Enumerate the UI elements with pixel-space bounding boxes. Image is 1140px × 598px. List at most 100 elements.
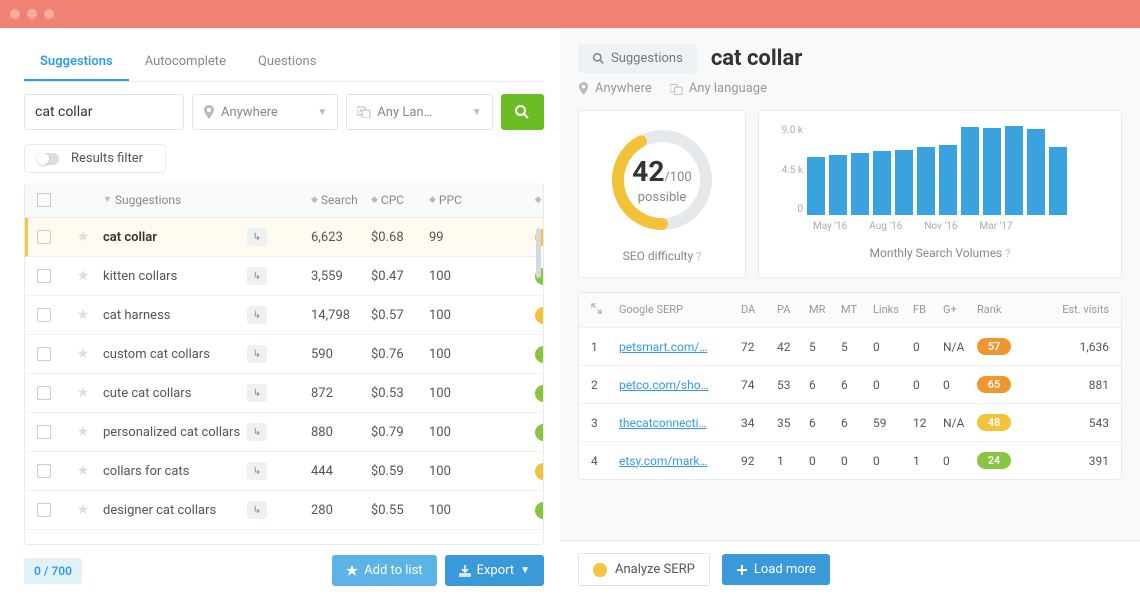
result-count: 0 / 700: [24, 558, 82, 584]
max-dot[interactable]: [44, 9, 54, 19]
table-row[interactable]: ★ collars for cats ↳ 444 $0.59 100 43: [25, 452, 543, 491]
row-checkbox[interactable]: [37, 425, 51, 439]
row-checkbox[interactable]: [37, 464, 51, 478]
row-checkbox[interactable]: [37, 386, 51, 400]
serp-col[interactable]: Google SERP: [619, 303, 739, 317]
keyword-input[interactable]: [24, 94, 184, 130]
tab-questions[interactable]: Questions: [242, 44, 332, 81]
table-row[interactable]: ★ personalized cat collars ↳ 880 $0.79 1…: [25, 413, 543, 452]
row-checkbox[interactable]: [37, 308, 51, 322]
serp-row: 2 petco.com/sho… 74 53 6 6 0 0 0 65 881: [579, 365, 1121, 403]
serp-col: [591, 303, 617, 317]
col-ppc[interactable]: ◆PPC: [429, 193, 485, 207]
serp-rank-num: 4: [591, 454, 617, 468]
ppc-cell: 100: [429, 386, 485, 401]
bulb-icon: [593, 563, 607, 577]
close-dot[interactable]: [10, 9, 20, 19]
expand-icon[interactable]: ↳: [247, 462, 267, 480]
serp-rank-num: 3: [591, 416, 617, 430]
diff-pill: 28: [535, 502, 543, 519]
serp-col[interactable]: MT: [841, 303, 871, 317]
serp-url[interactable]: thecatconnecti…: [619, 416, 739, 430]
table-row[interactable]: ★ cute cat collars ↳ 872 $0.53 100 33: [25, 374, 543, 413]
table-row[interactable]: ★ designer cat collars ↳ 280 $0.55 100 2…: [25, 491, 543, 530]
serp-url[interactable]: petsmart.com/…: [619, 340, 739, 354]
star-icon[interactable]: ★: [77, 268, 90, 284]
scrollbar[interactable]: [536, 228, 541, 278]
filter-label: Results filter: [71, 151, 143, 166]
table-row[interactable]: ★ kitten collars ↳ 3,559 $0.47 100 34: [25, 257, 543, 296]
export-button[interactable]: Export ▼: [445, 555, 544, 586]
serp-col[interactable]: DA: [741, 303, 775, 317]
tab-suggestions[interactable]: Suggestions: [24, 44, 129, 81]
star-icon[interactable]: ★: [77, 307, 90, 323]
min-dot[interactable]: [27, 9, 37, 19]
serp-col[interactable]: G+: [943, 303, 975, 317]
star-icon[interactable]: ★: [77, 229, 90, 245]
keyword-cell: cat collar: [103, 230, 243, 245]
serp-rank-num: 2: [591, 378, 617, 392]
table-row[interactable]: ★ cat harness ↳ 14,798 $0.57 100 42: [25, 296, 543, 335]
help-icon[interactable]: ?: [696, 250, 701, 263]
bar: [807, 157, 825, 215]
expand-icon[interactable]: ↳: [247, 423, 267, 441]
col-cpc[interactable]: ◆CPC: [371, 193, 425, 207]
col-diff[interactable]: ◆DIFF: [489, 193, 544, 207]
bar: [917, 147, 935, 215]
serp-col[interactable]: Links: [873, 303, 911, 317]
star-icon[interactable]: ★: [77, 346, 90, 362]
language-label: Any Lan…: [377, 105, 465, 120]
expand-icon: [591, 303, 602, 314]
search-cell: 872: [311, 386, 367, 401]
serp-col[interactable]: Est. visits: [1025, 303, 1109, 317]
expand-icon[interactable]: ↳: [247, 306, 267, 324]
search-icon: [592, 52, 605, 65]
serp-url[interactable]: etsy.com/mark…: [619, 454, 739, 468]
col-suggestions[interactable]: ▼Suggestions: [103, 193, 243, 207]
table-row[interactable]: ★ custom cat collars ↳ 590 $0.76 100 20: [25, 335, 543, 374]
expand-icon[interactable]: ↳: [247, 228, 267, 246]
bar: [1049, 147, 1067, 215]
keyword-cell: personalized cat collars: [103, 425, 243, 440]
cpc-cell: $0.79: [371, 425, 425, 440]
row-checkbox[interactable]: [37, 269, 51, 283]
rank-pill: 57: [977, 338, 1011, 355]
search-cell: 590: [311, 347, 367, 362]
bar: [851, 153, 869, 215]
serp-col[interactable]: FB: [913, 303, 941, 317]
serp-row: 4 etsy.com/mark… 92 1 0 0 0 1 0 24 391: [579, 441, 1121, 479]
expand-icon[interactable]: ↳: [247, 267, 267, 285]
serp-col[interactable]: Rank: [977, 303, 1023, 317]
star-icon: [346, 565, 358, 577]
star-icon[interactable]: ★: [77, 385, 90, 401]
bar: [873, 151, 891, 215]
bar: [895, 150, 913, 215]
serp-col[interactable]: PA: [777, 303, 807, 317]
star-icon[interactable]: ★: [77, 424, 90, 440]
search-button[interactable]: [501, 94, 544, 130]
tab-autocomplete[interactable]: Autocomplete: [129, 44, 242, 81]
serp-row: 3 thecatconnecti… 34 35 6 6 59 12 N/A 48…: [579, 403, 1121, 441]
select-all-checkbox[interactable]: [37, 193, 51, 207]
row-checkbox[interactable]: [37, 503, 51, 517]
expand-icon[interactable]: ↳: [247, 345, 267, 363]
analyze-serp-button[interactable]: Analyze SERP: [578, 553, 710, 586]
load-more-button[interactable]: Load more: [722, 554, 830, 585]
serp-table: Google SERPDAPAMRMTLinksFBG+RankEst. vis…: [578, 292, 1122, 480]
row-checkbox[interactable]: [37, 230, 51, 244]
add-to-list-button[interactable]: Add to list: [332, 555, 436, 586]
expand-icon[interactable]: ↳: [247, 384, 267, 402]
table-row[interactable]: ★ cat collar ↳ 6,623 $0.68 99 42: [25, 218, 543, 257]
star-icon[interactable]: ★: [77, 502, 90, 518]
col-search[interactable]: ◆Search: [311, 193, 367, 207]
serp-url[interactable]: petco.com/sho…: [619, 378, 739, 392]
row-checkbox[interactable]: [37, 347, 51, 361]
serp-col[interactable]: MR: [809, 303, 839, 317]
help-icon[interactable]: ?: [1005, 247, 1010, 260]
location-dropdown[interactable]: Anywhere ▼: [192, 94, 338, 130]
language-dropdown[interactable]: A Any Lan… ▼: [346, 94, 492, 130]
star-icon[interactable]: ★: [77, 463, 90, 479]
suggestions-tag[interactable]: Suggestions: [578, 44, 697, 73]
results-filter-toggle[interactable]: Results filter: [24, 144, 166, 173]
expand-icon[interactable]: ↳: [247, 501, 267, 519]
